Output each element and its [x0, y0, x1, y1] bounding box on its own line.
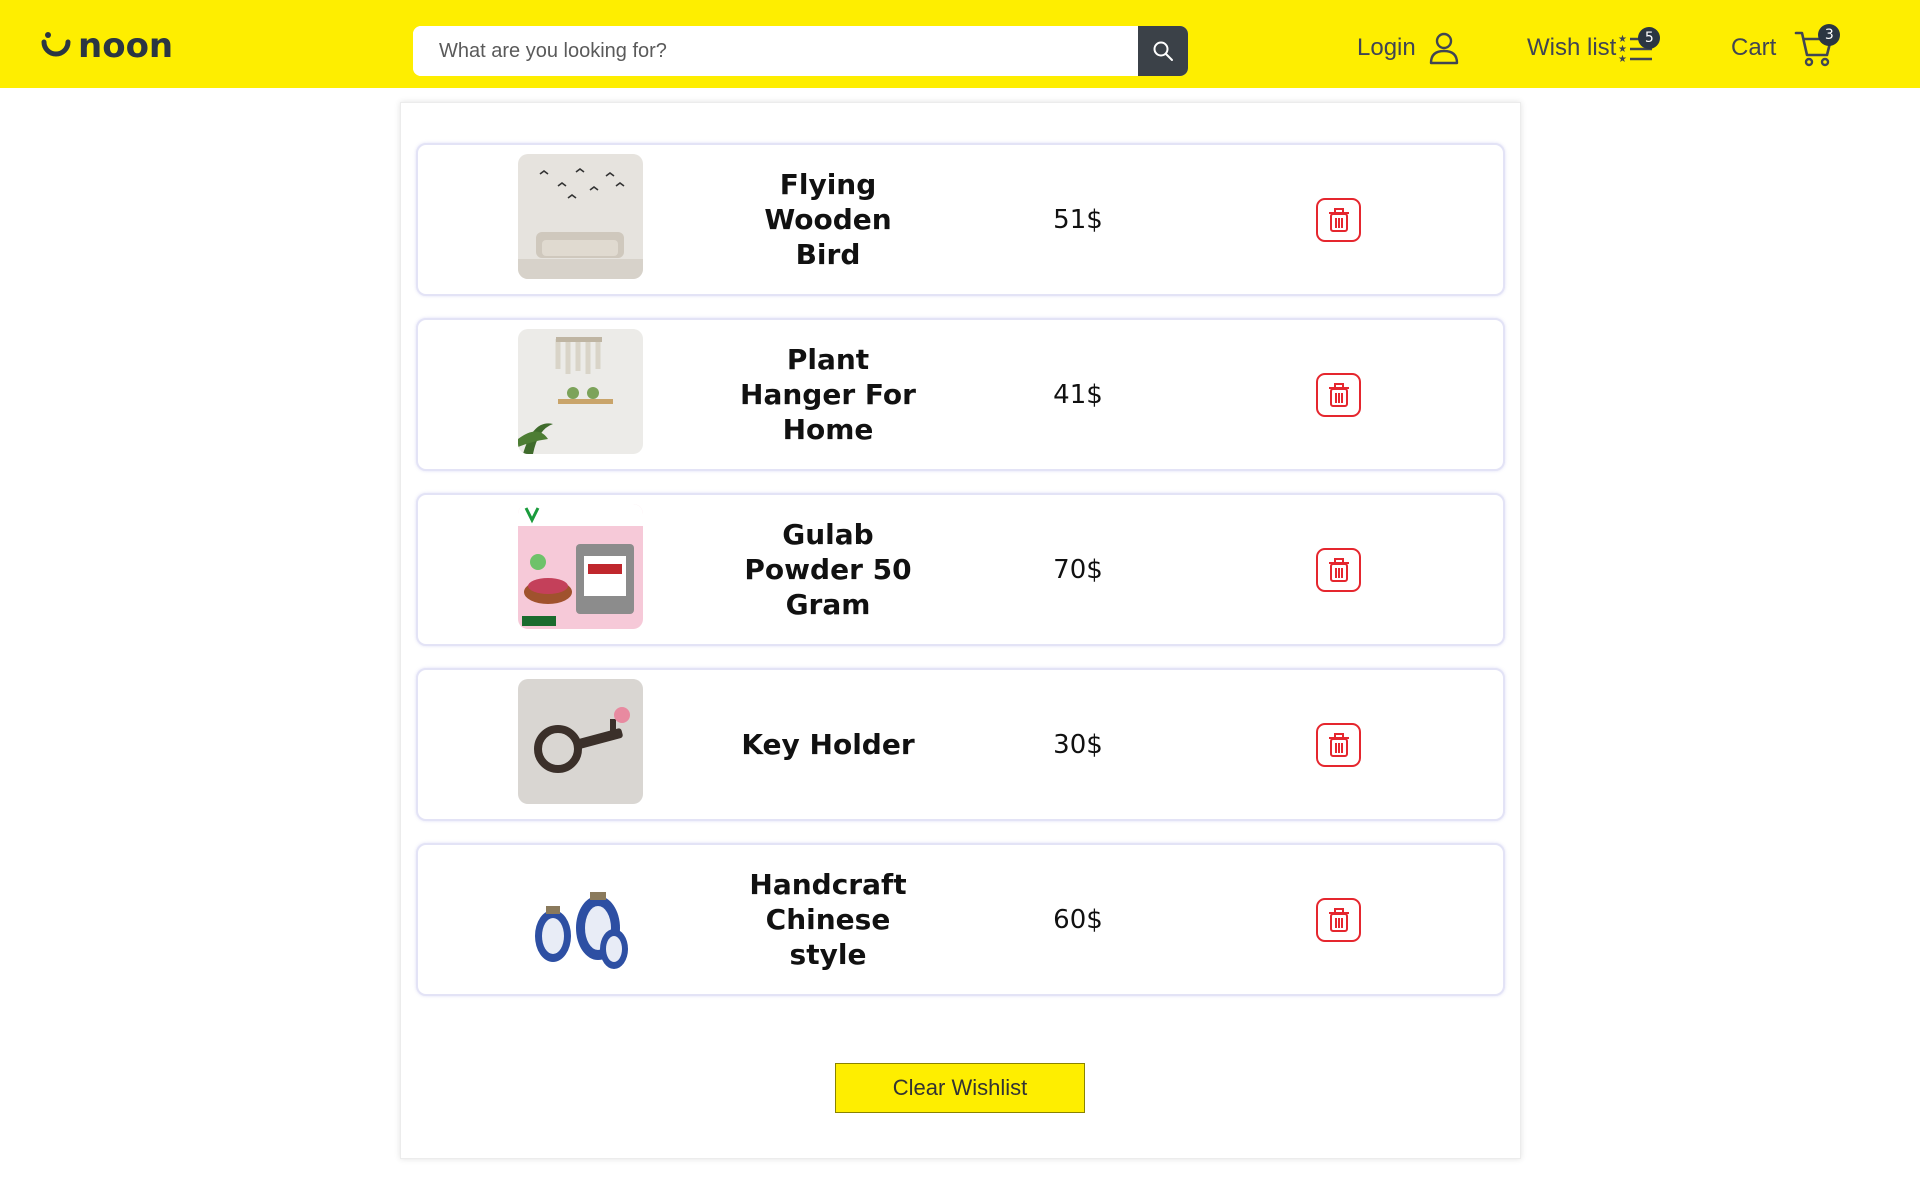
svg-text:★: ★ [1618, 54, 1627, 64]
wishlist-item: Flying Wooden Bird 51$ [416, 143, 1505, 296]
cart-count-badge: 3 [1818, 24, 1841, 46]
noon-logo-icon [41, 32, 71, 57]
cart-link[interactable]: Cart 3 [1731, 24, 1841, 70]
product-image [518, 504, 643, 629]
search-button[interactable] [1138, 26, 1188, 76]
product-price: 41$ [1053, 379, 1103, 410]
brand-name: noon [78, 26, 174, 66]
wishlist-icon-wrap: ★ ★ ★ 5 [1618, 27, 1661, 64]
wishlist-count-badge: 5 [1638, 27, 1661, 49]
login-link[interactable]: Login [1357, 26, 1460, 70]
brand-logo[interactable]: noon [38, 26, 173, 66]
top-header: noon Login Wish list ★ ★ ★ [0, 0, 1920, 88]
product-name: Handcraft Chinese style [749, 868, 907, 971]
login-label: Login [1357, 34, 1416, 61]
product-name: Gulab Powder 50 Gram [744, 518, 912, 621]
wishlist-item: Plant Hanger For Home 41$ [416, 318, 1505, 471]
product-price: 60$ [1053, 904, 1103, 935]
search-input[interactable] [413, 26, 1138, 76]
product-name: Plant Hanger For Home [740, 343, 916, 446]
product-name: Flying Wooden Bird [764, 168, 892, 271]
clear-wishlist-button[interactable]: Clear Wishlist [835, 1063, 1085, 1113]
delete-button[interactable] [1316, 723, 1361, 767]
user-icon [1429, 32, 1458, 65]
trash-icon [1328, 908, 1349, 932]
product-name: Key Holder [741, 728, 915, 761]
search-icon [1153, 41, 1173, 61]
trash-icon [1328, 208, 1349, 232]
trash-icon [1328, 383, 1349, 407]
cart-label: Cart [1731, 34, 1777, 61]
product-price: 30$ [1053, 729, 1103, 760]
wishlist-label: Wish list [1527, 34, 1617, 61]
wishlist-panel: Flying Wooden Bird 51$ Plant Hanger For … [400, 102, 1521, 1159]
trash-icon [1328, 558, 1349, 582]
product-image [518, 154, 643, 279]
delete-button[interactable] [1316, 548, 1361, 592]
wishlist-item: Key Holder 30$ [416, 668, 1505, 821]
search-bar [413, 26, 1188, 76]
wishlist-link[interactable]: Wish list ★ ★ ★ 5 [1527, 26, 1661, 70]
product-price: 51$ [1053, 204, 1103, 235]
product-price: 70$ [1053, 554, 1103, 585]
product-image [518, 854, 643, 979]
wishlist-item: Gulab Powder 50 Gram 70$ [416, 493, 1505, 646]
delete-button[interactable] [1316, 898, 1361, 942]
delete-button[interactable] [1316, 198, 1361, 242]
product-image [518, 679, 643, 804]
wishlist-item: Handcraft Chinese style 60$ [416, 843, 1505, 996]
product-image [518, 329, 643, 454]
cart-icon-wrap: 3 [1794, 24, 1841, 67]
wishlist-list[interactable]: Flying Wooden Bird 51$ Plant Hanger For … [401, 103, 1520, 1025]
trash-icon [1328, 733, 1349, 757]
delete-button[interactable] [1316, 373, 1361, 417]
